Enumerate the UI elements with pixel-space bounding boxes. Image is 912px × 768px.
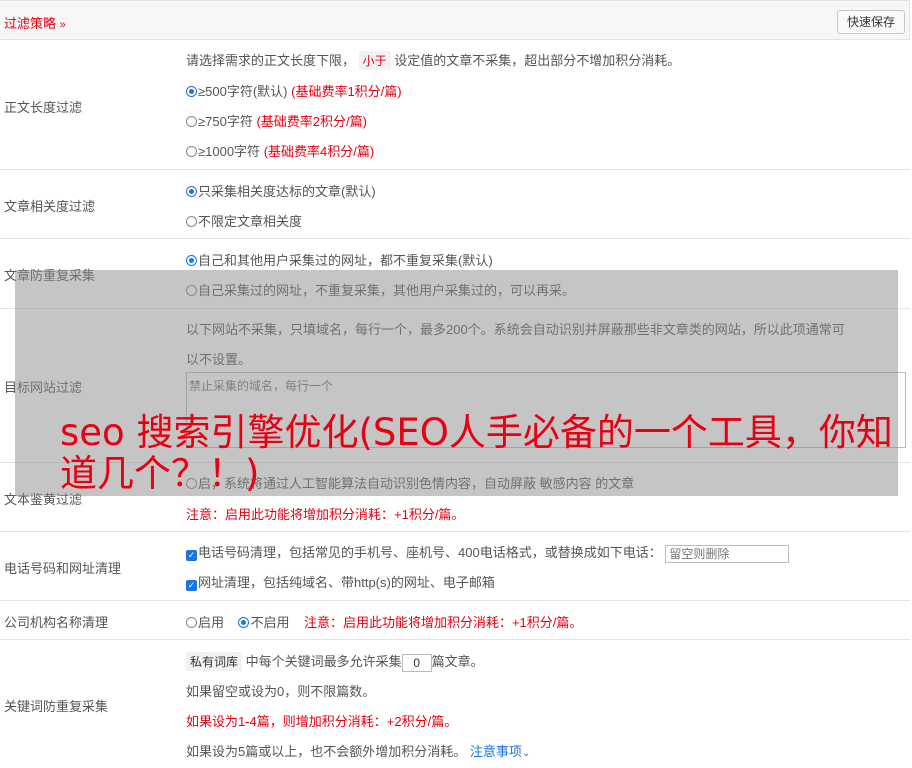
radio-icon[interactable] [186, 255, 197, 266]
double-chevron-down-icon[interactable]: » [60, 19, 66, 31]
keyword-limit-input[interactable] [401, 653, 432, 672]
company-note: 注意：启用此功能将增加积分消耗：+1积分/篇。 [303, 615, 583, 630]
less-than-tag: 小于 [358, 51, 391, 70]
company-enable-option[interactable]: 启用 [186, 615, 224, 630]
radio-icon[interactable] [186, 116, 197, 127]
relevance-option-strict[interactable]: 只采集相关度达标的文章(默认) [186, 181, 376, 200]
phone-url-row: 电话号码和网址清理 ✓ 电话号码清理，包括常见的手机号、座机号、400电话格式，或… [0, 532, 910, 601]
length-filter-desc: 请选择需求的正文长度下限， 小于 设定值的文章不采集，超出部分不增加积分消耗。 [186, 51, 681, 70]
radio-icon[interactable] [186, 86, 197, 97]
keyword-line-2: 如果留空或设为0，则不限篇数。 [186, 684, 376, 699]
section-title[interactable]: 过滤策略 » [4, 13, 66, 32]
company-row: 公司机构名称清理 启用 不启用 注意：启用此功能将增加积分消耗：+1积分/篇。 [0, 601, 910, 640]
relevance-label: 文章相关度过滤 [4, 199, 96, 214]
radio-icon[interactable] [238, 617, 250, 628]
replace-phone-input[interactable] [665, 544, 790, 563]
keyword-dedup-label: 关键词防重复采集 [4, 699, 109, 714]
checkbox-checked-icon[interactable]: ✓ [186, 580, 197, 591]
private-lexicon-link[interactable]: 私有词库 [186, 652, 243, 671]
overlay-headline: seo 搜索引擎优化(SEO人手必备的一个工具，你知道几个？！) [60, 411, 893, 495]
length-filter-label: 正文长度过滤 [4, 100, 83, 115]
phone-clean-option[interactable]: ✓ 电话号码清理，包括常见的手机号、座机号、400电话格式，或替换成如下电话： [186, 542, 790, 563]
notes-link[interactable]: 注意事项⌄ [470, 744, 530, 759]
relevance-row: 文章相关度过滤 只采集相关度达标的文章(默认) 不限定文章相关度 [0, 170, 910, 239]
length-filter-row: 正文长度过滤 请选择需求的正文长度下限， 小于 设定值的文章不采集，超出部分不增… [0, 40, 910, 170]
relevance-option-any[interactable]: 不限定文章相关度 [186, 211, 302, 230]
keyword-line-3: 如果设为1-4篇，则增加积分消耗：+2积分/篇。 [186, 714, 458, 729]
radio-icon[interactable] [186, 216, 197, 227]
company-disable-option[interactable]: 不启用 [238, 615, 289, 630]
quick-save-button[interactable]: 快速保存 [836, 10, 905, 34]
keyword-dedup-row: 关键词防重复采集 私有词库 中每个关键词最多允许采集篇文章。 如果留空或设为0，… [0, 640, 910, 768]
radio-icon[interactable] [186, 146, 197, 157]
radio-icon[interactable] [186, 186, 197, 197]
length-option-1000[interactable]: ≥1000字符 (基础费率4积分/篇) [186, 141, 374, 160]
checkbox-checked-icon[interactable]: ✓ [186, 550, 197, 561]
url-clean-option[interactable]: ✓ 网址清理，包括纯域名、带http(s)的网址、电子邮箱 [186, 572, 495, 591]
dedup-option-all[interactable]: 自己和其他用户采集过的网址，都不重复采集(默认) [186, 250, 493, 269]
section-title-text: 过滤策略 [4, 16, 57, 31]
phone-url-label: 电话号码和网址清理 [4, 561, 122, 576]
company-label: 公司机构名称清理 [4, 615, 109, 630]
filter-strategy-header: 过滤策略 » 快速保存 [0, 0, 910, 40]
keyword-limit-line: 私有词库 中每个关键词最多允许采集篇文章。 [186, 651, 484, 672]
porn-filter-note: 注意：启用此功能将增加积分消耗：+1积分/篇。 [186, 507, 465, 522]
keyword-line-4: 如果设为5篇或以上，也不会额外增加积分消耗。 注意事项⌄ [186, 744, 531, 759]
length-option-500[interactable]: ≥500字符(默认) (基础费率1积分/篇) [186, 81, 402, 100]
company-options: 启用 不启用 注意：启用此功能将增加积分消耗：+1积分/篇。 [186, 612, 582, 631]
length-option-750[interactable]: ≥750字符 (基础费率2积分/篇) [186, 111, 367, 130]
radio-icon[interactable] [186, 617, 197, 628]
chevron-down-icon: ⌄ [521, 748, 531, 759]
